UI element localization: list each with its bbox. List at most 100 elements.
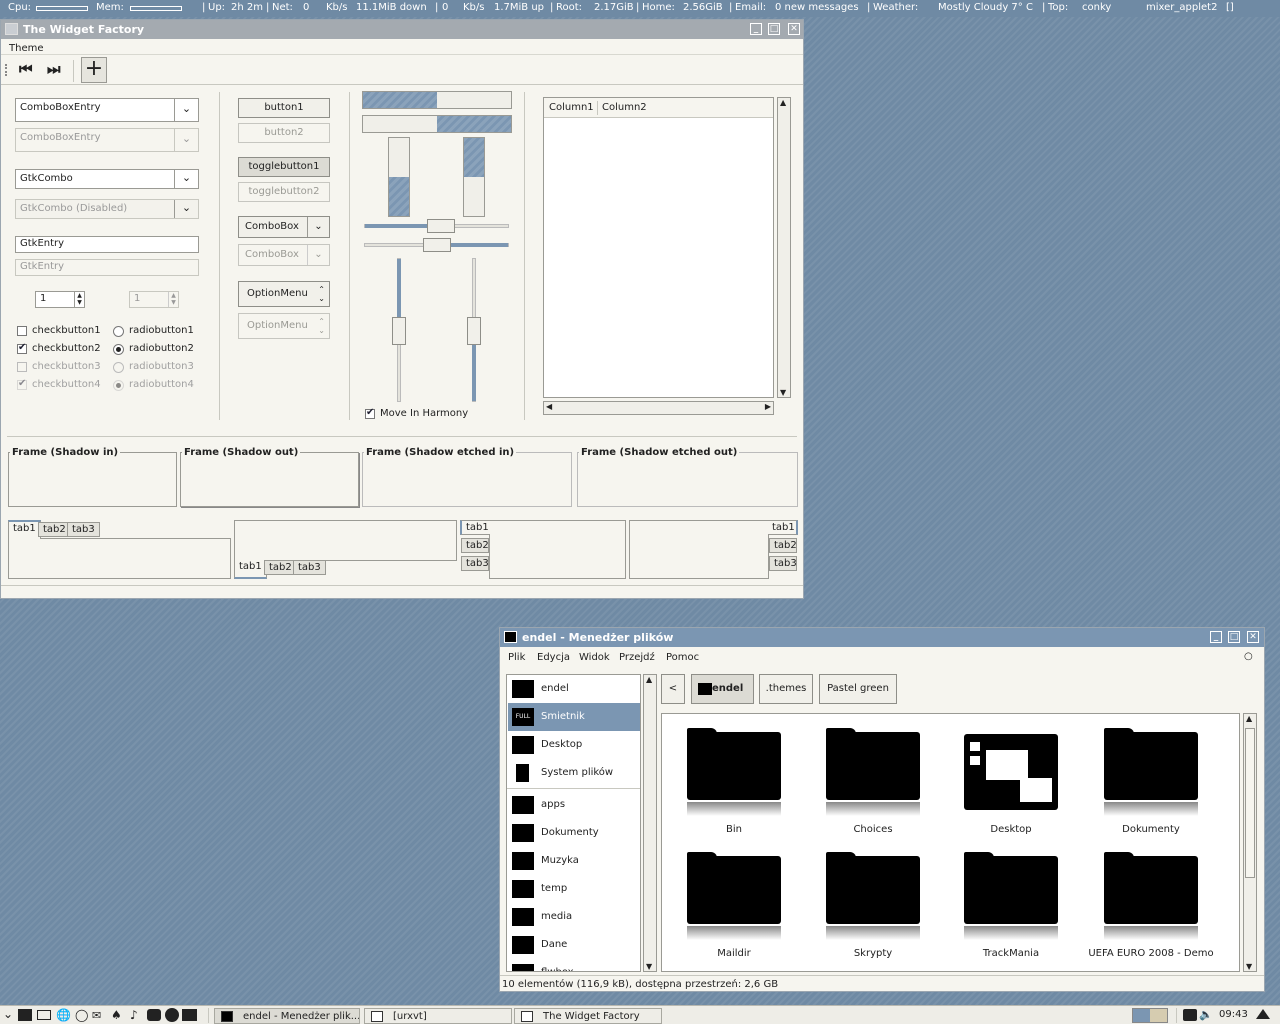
slider-handle[interactable] <box>467 317 481 345</box>
music-icon[interactable]: ♪ <box>130 1008 138 1022</box>
notebook-left-tab1[interactable]: tab1 <box>460 520 490 535</box>
path-button-themes[interactable]: .themes <box>759 674 813 704</box>
task-widget-factory[interactable]: The Widget Factory <box>514 1008 662 1024</box>
radiobutton2-dot[interactable] <box>113 344 124 355</box>
goto-last-icon[interactable]: ⏭ <box>47 60 63 80</box>
places-sidebar[interactable]: endel FULL Smietnik Desktop System plików… <box>506 674 641 972</box>
sidebar-item-desktop[interactable]: Desktop <box>508 731 640 759</box>
maximize-icon[interactable]: □ <box>768 23 780 35</box>
button1[interactable]: button1 <box>238 98 330 118</box>
maximize-icon[interactable]: □ <box>1228 631 1240 643</box>
column1-header[interactable]: Column1 <box>549 102 594 113</box>
bulb-icon[interactable]: ◯ <box>75 1008 88 1022</box>
tree-vscrollbar[interactable]: ▲ ▼ <box>777 97 791 398</box>
menu-chevron-icon[interactable]: ⌄ <box>3 1007 13 1021</box>
folder-dokumenty[interactable]: Dokumenty <box>1104 728 1198 835</box>
folder-desktop[interactable]: Desktop <box>964 728 1058 835</box>
menu-edycja[interactable]: Edycja <box>537 652 570 663</box>
task-urxvt[interactable]: [urxvt] <box>364 1008 512 1024</box>
notebook-right-tab3[interactable]: tab3 <box>769 556 797 571</box>
tree-hscrollbar[interactable]: ◀ ▶ <box>543 401 774 415</box>
arrow-right-icon[interactable]: ▶ <box>765 402 771 411</box>
checkbutton1-box[interactable] <box>17 326 27 336</box>
workspace-pager[interactable] <box>1132 1008 1168 1023</box>
menu-widok[interactable]: Widok <box>579 652 610 663</box>
camera-icon[interactable] <box>147 1009 161 1021</box>
column2-header[interactable]: Column2 <box>602 102 647 113</box>
sidebar-item-media[interactable]: media <box>508 903 640 931</box>
tree-view[interactable]: Column1 Column2 <box>543 97 774 398</box>
combobox-1[interactable]: ComboBox ⌄ <box>238 216 330 238</box>
sidebar-item-muzyka[interactable]: Muzyka <box>508 847 640 875</box>
path-back-button[interactable]: < <box>661 674 685 704</box>
path-button-pastel-green[interactable]: Pastel green <box>819 674 897 704</box>
scroll-thumb[interactable] <box>1245 728 1255 878</box>
arrow-up-icon[interactable]: ▲ <box>1246 714 1252 723</box>
path-button-endel[interactable]: endel <box>691 674 754 704</box>
icon-view[interactable]: Bin Choices Desktop Dokumenty Maildir Sk… <box>661 713 1240 972</box>
notebook-left-tab2[interactable]: tab2 <box>461 538 489 553</box>
skype-icon[interactable] <box>165 1008 179 1022</box>
icon-view-scrollbar[interactable]: ▲ ▼ <box>1243 713 1257 972</box>
eject-icon[interactable] <box>1256 1009 1270 1019</box>
task-file-manager[interactable]: endel - Menedżer plik... <box>214 1008 360 1024</box>
menu-pomoc[interactable]: Pomoc <box>666 652 699 663</box>
checkbutton2-box[interactable] <box>17 342 27 354</box>
globe-icon[interactable]: 🌐 <box>56 1008 71 1022</box>
slider-handle[interactable] <box>392 317 406 345</box>
goto-first-icon[interactable]: ⏮ <box>19 60 35 80</box>
notebook-left-tab3[interactable]: tab3 <box>461 556 489 571</box>
sidebar-item-filesystem[interactable]: System plików <box>508 759 640 787</box>
folder-choices[interactable]: Choices <box>826 728 920 835</box>
home-icon[interactable] <box>18 1009 32 1021</box>
file-manager-titlebar[interactable]: endel - Menedżer plików _ □ ✕ <box>500 628 1264 647</box>
add-icon[interactable]: + <box>81 57 107 83</box>
hscale-1[interactable] <box>364 219 509 233</box>
option-menu-1[interactable]: OptionMenu ⌃ ⌄ <box>238 281 330 307</box>
arrow-left-icon[interactable]: ◀ <box>546 402 552 411</box>
notebook-bottom-tab1[interactable]: tab1 <box>234 560 267 579</box>
folder-bin[interactable]: Bin <box>687 728 781 835</box>
notebook-top-tab2[interactable]: tab2 <box>38 522 71 537</box>
notebook-top-tab3[interactable]: tab3 <box>67 522 100 537</box>
folder-skrypty[interactable]: Skrypty <box>826 852 920 959</box>
sidebar-item-smietnik[interactable]: FULL Smietnik <box>508 703 640 731</box>
terminal-icon[interactable] <box>182 1009 197 1021</box>
folder-uefa-euro[interactable]: UEFA EURO 2008 - Demo <box>1088 852 1214 959</box>
arrow-down-icon[interactable]: ▼ <box>646 962 652 971</box>
arrow-down-icon[interactable]: ▼ <box>780 388 786 397</box>
menu-przejdz[interactable]: Przejdź <box>619 652 655 663</box>
notebook-bottom-tab3[interactable]: tab3 <box>293 560 326 575</box>
widget-factory-titlebar[interactable]: The Widget Factory _ □ ✕ <box>1 20 803 39</box>
chevron-down-icon[interactable]: ⌄ <box>174 99 198 121</box>
sidebar-item-flwbox[interactable]: flwbox <box>508 959 640 971</box>
minimize-icon[interactable]: _ <box>750 23 762 35</box>
minimize-icon[interactable]: _ <box>1210 631 1222 643</box>
close-icon[interactable]: ✕ <box>1247 631 1259 643</box>
vscale-1[interactable] <box>392 258 406 402</box>
arrow-up-icon[interactable]: ▲ <box>780 98 786 107</box>
notebook-right-tab1[interactable]: tab1 <box>768 520 798 535</box>
sidebar-item-apps[interactable]: apps <box>508 791 640 819</box>
arrow-up-icon[interactable]: ▲ <box>646 675 652 684</box>
sidebar-scrollbar[interactable]: ▲ ▼ <box>643 674 657 972</box>
notebook-top-tab1[interactable]: tab1 <box>8 520 41 539</box>
gtk-combo-1[interactable]: GtkCombo ⌄ <box>15 169 199 189</box>
sidebar-item-temp[interactable]: temp <box>508 875 640 903</box>
notebook-bottom-tab2[interactable]: tab2 <box>264 560 297 575</box>
radiobutton1-dot[interactable] <box>113 326 124 337</box>
close-icon[interactable]: ✕ <box>788 23 800 35</box>
notebook-right-tab2[interactable]: tab2 <box>769 538 797 553</box>
vscale-2[interactable] <box>467 258 481 402</box>
toolbar-grip[interactable] <box>5 64 9 76</box>
gimp-icon[interactable]: ♠ <box>111 1008 122 1022</box>
togglebutton1[interactable]: togglebutton1 <box>238 157 330 177</box>
gtk-entry-1[interactable]: GtkEntry <box>15 236 199 253</box>
arrow-down-icon[interactable]: ▼ <box>1246 962 1252 971</box>
menu-theme[interactable]: Theme <box>9 43 44 54</box>
slider-handle[interactable] <box>427 219 455 233</box>
folder-maildir[interactable]: Maildir <box>687 852 781 959</box>
sidebar-item-dane[interactable]: Dane <box>508 931 640 959</box>
sidebar-item-dokumenty[interactable]: Dokumenty <box>508 819 640 847</box>
spin-button-1[interactable]: 1 ▲ ▼ <box>35 291 85 308</box>
